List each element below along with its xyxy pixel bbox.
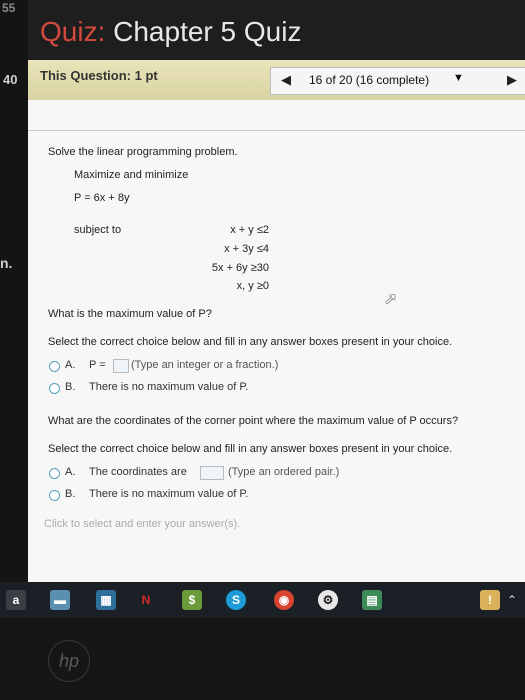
question-navigator: ◀ 16 of 20 (16 complete) ▼ ▶ xyxy=(270,67,525,95)
option-text: There is no maximum value of P. xyxy=(89,488,249,500)
title-prefix: Quiz: xyxy=(40,16,106,47)
skype-icon[interactable]: S xyxy=(226,590,246,610)
notification-icon[interactable]: ! xyxy=(480,590,500,610)
constraint-1: x + y ≤2 xyxy=(230,224,269,236)
radio-button[interactable] xyxy=(49,361,60,372)
chrome-icon[interactable]: ◉ xyxy=(274,590,294,610)
taskbar: a ▬ ▦ N $ S ◉ ⚙ ▤ ! ⌃ xyxy=(0,582,525,618)
screen: Quiz: Chapter 5 Quiz This Question: 1 pt… xyxy=(28,0,525,582)
part1-option-b[interactable]: B. There is no maximum value of P. xyxy=(48,381,408,397)
problem-instruction: Maximize and minimize xyxy=(74,169,189,181)
select-choice-instruction-2: Select the correct choice below and fill… xyxy=(48,443,453,455)
sheets-icon[interactable]: ▤ xyxy=(362,590,382,610)
question-max-value: What is the maximum value of P? xyxy=(48,308,212,320)
option-letter: A. xyxy=(65,359,76,371)
problem-title: Solve the linear programming problem. xyxy=(48,146,238,158)
question-header: This Question: 1 pt ◀ 16 of 20 (16 compl… xyxy=(28,60,525,100)
hp-logo: hp xyxy=(48,640,90,682)
objective-function: P = 6x + 8y xyxy=(74,192,130,204)
option-text: There is no maximum value of P. xyxy=(89,381,249,393)
constraint-2: x + 3y ≤4 xyxy=(224,243,269,255)
radio-button[interactable] xyxy=(49,383,60,394)
click-to-answer-hint: Click to select and enter your answer(s)… xyxy=(44,518,241,530)
folder-icon[interactable]: ▬ xyxy=(50,590,70,610)
question-corner-point: What are the coordinates of the corner p… xyxy=(48,415,459,427)
next-question-icon[interactable]: ▶ xyxy=(507,72,517,88)
prev-question-icon[interactable]: ◀ xyxy=(281,72,291,88)
part2-option-a[interactable]: A. The coordinates are (Type an ordered … xyxy=(48,466,428,482)
option-text: P = xyxy=(89,359,106,371)
netflix-icon[interactable]: N xyxy=(136,590,156,610)
chevron-up-icon[interactable]: ⌃ xyxy=(503,590,521,610)
bezel-edge-text: n. xyxy=(0,255,13,271)
subject-to-label: subject to xyxy=(74,224,122,236)
answer-hint: (Type an ordered pair.) xyxy=(228,466,340,478)
answer-hint: (Type an integer or a fraction.) xyxy=(131,359,279,371)
constraint-4: x, y ≥0 xyxy=(236,280,269,292)
question-content: Solve the linear programming problem. Ma… xyxy=(28,100,525,582)
option-letter: A. xyxy=(65,466,76,478)
bezel-number-left: 40 xyxy=(3,72,18,87)
title-main: Chapter 5 Quiz xyxy=(113,16,302,47)
divider xyxy=(28,130,525,131)
constraint-3: 5x + 6y ≥30 xyxy=(211,262,269,274)
radio-button[interactable] xyxy=(49,490,60,501)
part2-option-b[interactable]: B. There is no maximum value of P. xyxy=(48,488,408,504)
money-icon[interactable]: $ xyxy=(182,590,202,610)
question-selector[interactable]: 16 of 20 (16 complete) xyxy=(309,73,429,87)
laptop-bezel: hp xyxy=(0,618,525,700)
title-bar: Quiz: Chapter 5 Quiz xyxy=(28,0,525,60)
mouse-pointer-icon: ➚ xyxy=(384,291,398,308)
answer-box[interactable] xyxy=(200,466,224,480)
store-icon[interactable]: ▦ xyxy=(96,590,116,610)
select-choice-instruction-1: Select the correct choice below and fill… xyxy=(48,336,453,348)
option-letter: B. xyxy=(65,381,76,393)
dropdown-arrow-icon[interactable]: ▼ xyxy=(453,72,464,84)
question-points: This Question: 1 pt xyxy=(40,68,158,83)
part1-option-a[interactable]: A. P = (Type an integer or a fraction.) xyxy=(48,359,408,375)
taskbar-a-button[interactable]: a xyxy=(6,590,26,610)
radio-button[interactable] xyxy=(49,468,60,479)
bezel-number-top: 55 xyxy=(2,1,16,15)
option-letter: B. xyxy=(65,488,76,500)
page-title: Quiz: Chapter 5 Quiz xyxy=(40,16,301,48)
option-text: The coordinates are xyxy=(89,466,187,478)
answer-box[interactable] xyxy=(113,359,129,373)
steam-icon[interactable]: ⚙ xyxy=(318,590,338,610)
